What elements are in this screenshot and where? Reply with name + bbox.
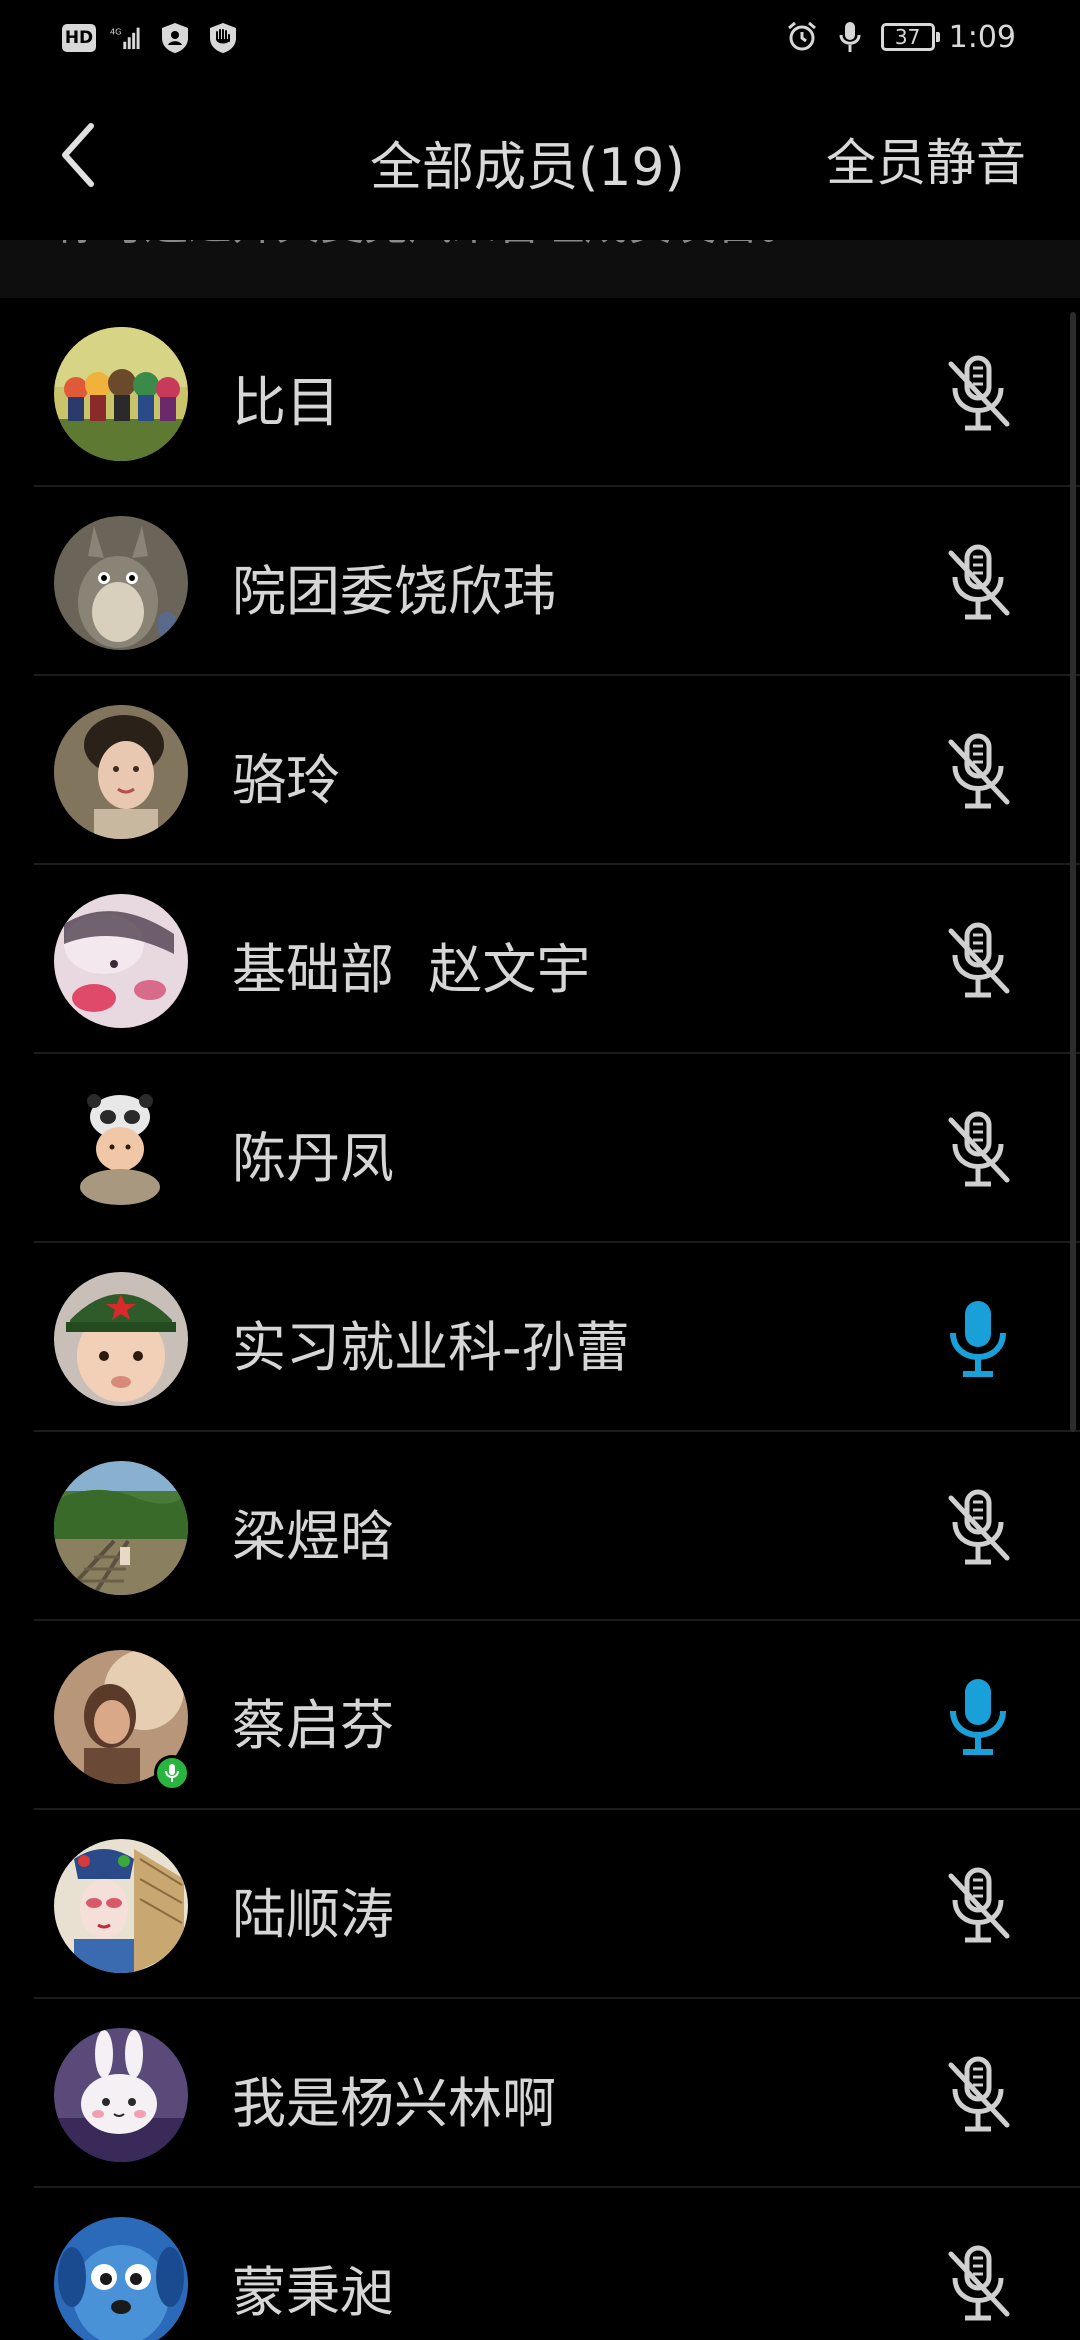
member-row[interactable]: 蒙秉昶: [0, 2188, 1080, 2340]
top-app-bar: 全部成员(19) 全员静音: [0, 75, 1080, 245]
mic-off-icon: [948, 1489, 1010, 1565]
pink-art-avatar: [54, 894, 188, 1028]
chevron-left-icon: [62, 123, 94, 187]
opera-mask-avatar: [54, 1839, 188, 1973]
member-row[interactable]: 比目: [0, 298, 1080, 487]
member-row[interactable]: 陈丹凤: [0, 1054, 1080, 1243]
back-button[interactable]: [42, 115, 112, 195]
member-row[interactable]: 我是杨兴林啊: [0, 1999, 1080, 2188]
scrollbar[interactable]: [1070, 312, 1076, 1432]
member-name: 陆顺涛: [232, 1883, 394, 1946]
member-list[interactable]: 比目 院团委饶欣玮 骆玲 基础部 赵文宇 陈丹凤 实习就业科-孙蕾 梁煜晗 蔡启…: [0, 298, 1080, 2340]
mic-toggle-button[interactable]: [938, 919, 1018, 1003]
member-name: 院团委饶欣玮: [232, 560, 556, 623]
mic-off-icon: [948, 1111, 1010, 1187]
mic-off-icon: [948, 733, 1010, 809]
mic-toggle-button[interactable]: [938, 1486, 1018, 1570]
member-row[interactable]: 实习就业科-孙蕾: [0, 1243, 1080, 1432]
totoro-avatar: [54, 516, 188, 650]
member-name: 陈丹凤: [232, 1127, 394, 1190]
member-name: 梁煜晗: [232, 1505, 394, 1568]
member-name: 蒙秉昶: [232, 2261, 394, 2324]
status-left-icons: HD 4G: [62, 18, 240, 58]
mic-toggle-button[interactable]: [938, 1297, 1018, 1381]
member-row[interactable]: 基础部 赵文宇: [0, 865, 1080, 1054]
network-type-label: 4G: [110, 26, 121, 36]
member-row[interactable]: 蔡启芬: [0, 1621, 1080, 1810]
status-right-icons: 37 1:09: [785, 14, 1016, 60]
member-row[interactable]: 骆玲: [0, 676, 1080, 865]
signal-icon: 4G: [110, 26, 140, 50]
mic-toggle-button[interactable]: [938, 1864, 1018, 1948]
speaking-indicator: [154, 1755, 190, 1791]
mic-toggle-button[interactable]: [938, 730, 1018, 814]
mic-toggle-button[interactable]: [938, 352, 1018, 436]
member-row[interactable]: 梁煜晗: [0, 1432, 1080, 1621]
mic-off-icon: [948, 544, 1010, 620]
mic-toggle-button[interactable]: [938, 1675, 1018, 1759]
rabbit-avatar: [54, 2028, 188, 2162]
blue-dog-avatar: [54, 2217, 188, 2340]
member-row[interactable]: 陆顺涛: [0, 1810, 1080, 1999]
mic-small-icon: [165, 1764, 179, 1782]
baby-panda-hat-avatar: [54, 1083, 188, 1217]
mic-off-icon: [948, 1867, 1010, 1943]
member-name: 比目: [232, 371, 340, 434]
member-name: 实习就业科-孙蕾: [232, 1316, 630, 1379]
shield-person-icon: [162, 23, 188, 53]
mic-toggle-button[interactable]: [938, 2242, 1018, 2326]
hd-icon: HD: [62, 24, 96, 52]
portrait-avatar: [54, 705, 188, 839]
mic-off-icon: [948, 2245, 1010, 2321]
page-title: 全部成员(19): [370, 138, 685, 198]
mic-toggle-button[interactable]: [938, 1108, 1018, 1192]
member-name: 骆玲: [232, 749, 340, 812]
mic-toggle-button[interactable]: [938, 541, 1018, 625]
microphone-status-icon: [839, 22, 861, 52]
mic-on-icon: [950, 1679, 1006, 1755]
railway-landscape-avatar: [54, 1461, 188, 1595]
member-name: 我是杨兴林啊: [232, 2072, 556, 2135]
status-bar: HD 4G 37 1:09: [0, 0, 1080, 75]
member-name: 基础部 赵文宇: [232, 938, 591, 1001]
mic-toggle-button[interactable]: [938, 2053, 1018, 2137]
mic-off-icon: [948, 2056, 1010, 2132]
hand-shield-icon: [210, 23, 236, 53]
battery-icon: 37: [880, 23, 940, 51]
cartoon-crowd-avatar: [54, 327, 188, 461]
member-name: 蔡启芬: [232, 1694, 394, 1757]
baby-army-cap-avatar: [54, 1272, 188, 1406]
alarm-icon: [787, 21, 816, 51]
mic-off-icon: [948, 922, 1010, 998]
clock: 1:09: [948, 19, 1016, 55]
mic-off-icon: [948, 355, 1010, 431]
mic-on-icon: [950, 1301, 1006, 1377]
mute-all-button[interactable]: 全员静音: [826, 123, 1026, 195]
member-row[interactable]: 院团委饶欣玮: [0, 487, 1080, 676]
